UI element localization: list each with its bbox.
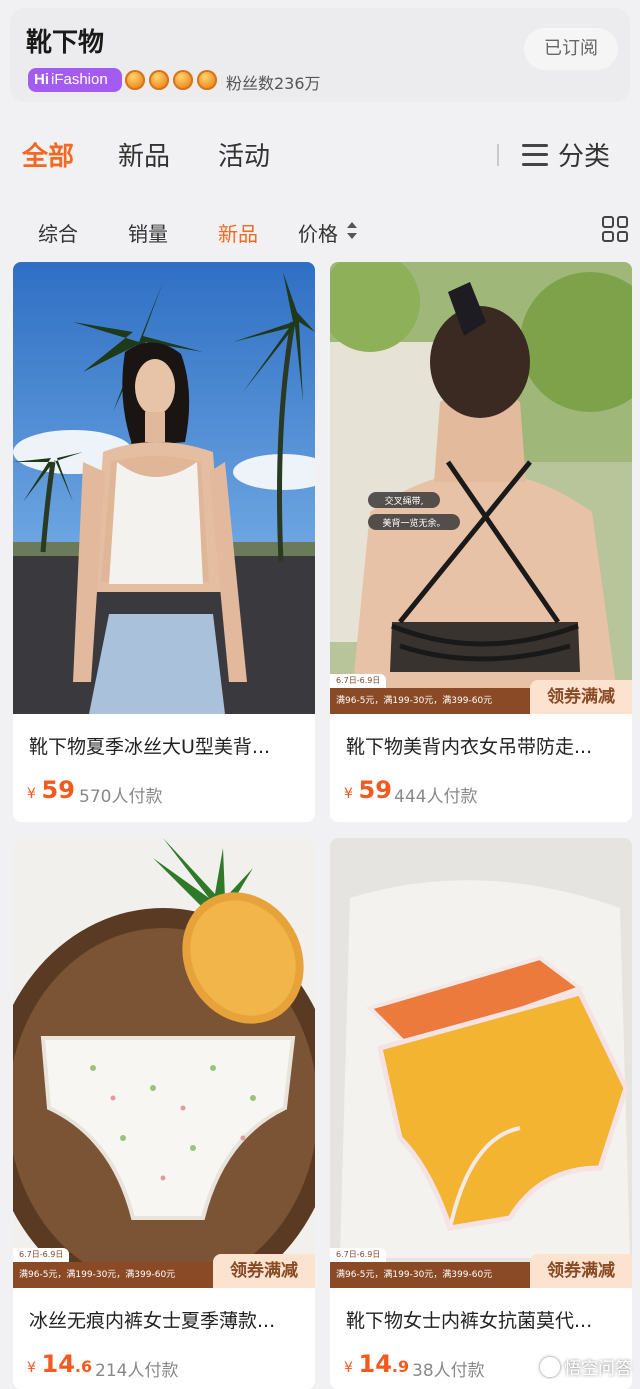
product-image[interactable] <box>13 262 315 714</box>
promo-date: 6.7日-6.9日 <box>13 1248 70 1262</box>
sort-sales[interactable]: 销量 <box>128 218 168 247</box>
subscribe-button[interactable]: 已订阅 <box>524 28 618 70</box>
shop-header: 靴下物 Hi iFashion 粉丝数236万 已订阅 <box>10 8 630 102</box>
category-button[interactable]: 分类 <box>522 136 610 173</box>
category-label: 分类 <box>558 142 611 172</box>
sort-price[interactable]: 价格 <box>298 218 338 247</box>
image-caption-2: 美背一览无余。 <box>382 517 445 529</box>
product-image[interactable]: 6.7日-6.9日 满96-5元，满199-30元，满399-60元 领券满减 <box>330 838 632 1288</box>
tab-divider <box>497 144 499 166</box>
promo-strip[interactable]: 6.7日-6.9日 满96-5元，满199-30元，满399-60元 领券满减 <box>13 1248 315 1288</box>
image-caption-1: 交叉绳带, <box>385 495 424 507</box>
promo-date: 6.7日-6.9日 <box>330 674 387 688</box>
product-title[interactable]: 靴下物女士内裤女抗菌莫代... <box>346 1306 592 1333</box>
product-card[interactable]: 交叉绳带, 美背一览无余。 6.7日-6.9日 满96-5元，满199-30元，… <box>330 262 632 822</box>
sold-count: 214人付款 <box>95 1361 179 1381</box>
promo-strip[interactable]: 6.7日-6.9日 满96-5元，满199-30元，满399-60元 领券满减 <box>330 1248 632 1288</box>
product-title[interactable]: 靴下物美背内衣女吊带防走... <box>346 732 592 759</box>
sort-overall[interactable]: 综合 <box>38 218 78 247</box>
coupon-badge[interactable]: 领券满减 <box>213 1254 315 1288</box>
sort-new[interactable]: 新品 <box>218 218 258 247</box>
product-price: ¥ 59 <box>344 776 392 804</box>
product-card[interactable]: 靴下物夏季冰丝大U型美背... ¥ 59 570人付款 <box>13 262 315 822</box>
tab-new[interactable]: 新品 <box>118 136 170 173</box>
watermark: 悟空问答 <box>540 1354 632 1379</box>
product-card[interactable]: 6.7日-6.9日 满96-5元，满199-30元，满399-60元 领券满减 … <box>330 838 632 1389</box>
ifashion-badge: Hi iFashion <box>28 68 122 92</box>
product-image[interactable]: 交叉绳带, 美背一览无余。 6.7日-6.9日 满96-5元，满199-30元，… <box>330 262 632 714</box>
sold-count: 444人付款 <box>394 787 478 807</box>
coupon-badge[interactable]: 领券满减 <box>530 680 632 714</box>
crown-icon <box>197 70 217 90</box>
sort-arrows-icon[interactable] <box>346 222 358 240</box>
product-price: ¥ 14.9 <box>344 1350 410 1378</box>
fan-count: 粉丝数236万 <box>226 74 321 93</box>
promo-text: 满96-5元，满199-30元，满399-60元 <box>330 688 530 714</box>
product-title[interactable]: 冰丝无痕内裤女士夏季薄款... <box>29 1306 275 1333</box>
promo-date: 6.7日-6.9日 <box>330 1248 387 1262</box>
product-price: ¥ 59 <box>27 776 75 804</box>
shop-rating <box>125 68 217 92</box>
promo-text: 满96-5元，满199-30元，满399-60元 <box>330 1262 530 1288</box>
product-image[interactable]: 6.7日-6.9日 满96-5元，满199-30元，满399-60元 领券满减 <box>13 838 315 1288</box>
promo-strip[interactable]: 6.7日-6.9日 满96-5元，满199-30元，满399-60元 领券满减 <box>330 674 632 714</box>
crown-icon <box>173 70 193 90</box>
list-icon <box>522 143 548 166</box>
sort-bar: 综合 销量 新品 价格 <box>0 210 640 250</box>
promo-text: 满96-5元，满199-30元，满399-60元 <box>13 1262 213 1288</box>
tab-all[interactable]: 全部 <box>22 136 74 173</box>
crown-icon <box>125 70 145 90</box>
ifashion-hi: Hi <box>34 71 49 88</box>
watermark-text: 悟空问答 <box>564 1359 632 1379</box>
crown-icon <box>149 70 169 90</box>
grid-view-icon[interactable] <box>602 216 628 242</box>
shop-tabs: 全部 新品 活动 分类 <box>0 128 640 180</box>
product-title[interactable]: 靴下物夏季冰丝大U型美背... <box>29 732 270 759</box>
coupon-badge[interactable]: 领券满减 <box>530 1254 632 1288</box>
sold-count: 570人付款 <box>79 787 163 807</box>
tab-activity[interactable]: 活动 <box>218 136 270 173</box>
product-price: ¥ 14.6 <box>27 1350 93 1378</box>
wukong-logo-icon <box>540 1356 560 1377</box>
shop-name[interactable]: 靴下物 <box>26 22 104 59</box>
sold-count: 38人付款 <box>412 1361 485 1381</box>
ifashion-label: iFashion <box>51 71 108 88</box>
product-card[interactable]: 6.7日-6.9日 满96-5元，满199-30元，满399-60元 领券满减 … <box>13 838 315 1389</box>
